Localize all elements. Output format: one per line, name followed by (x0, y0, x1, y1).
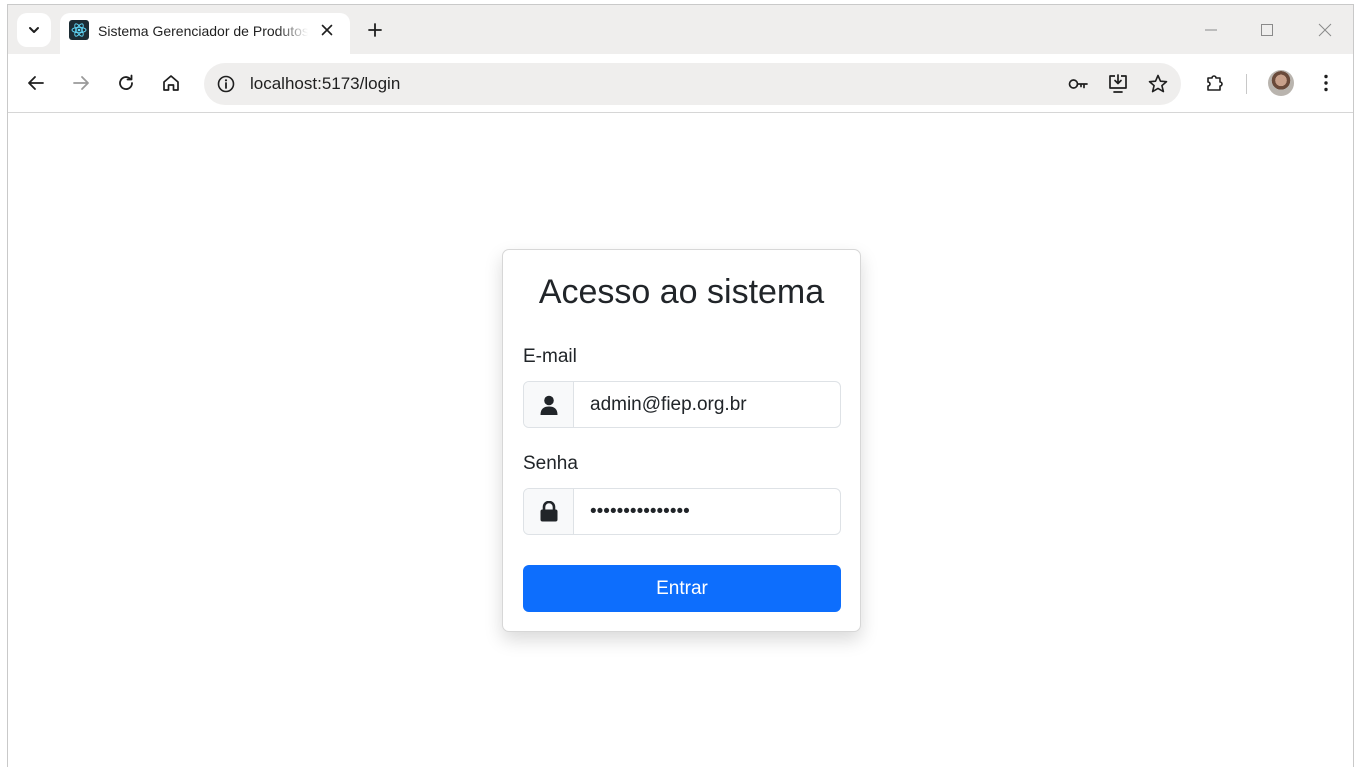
install-icon (1109, 74, 1127, 93)
maximize-button[interactable] (1255, 18, 1279, 42)
email-field[interactable] (575, 382, 840, 427)
email-addon (524, 382, 574, 427)
back-button[interactable] (24, 71, 48, 95)
bookmark-button[interactable] (1146, 72, 1170, 96)
home-icon (163, 75, 179, 91)
tab-search-button[interactable] (17, 13, 51, 47)
toolbar-divider (1246, 74, 1247, 94)
active-tab[interactable]: Sistema Gerenciador de Produtos (60, 13, 350, 54)
reload-button[interactable] (114, 71, 138, 95)
close-window-button[interactable] (1313, 18, 1337, 42)
install-app-button[interactable] (1106, 72, 1130, 96)
extensions-button[interactable] (1203, 71, 1227, 95)
minimize-button[interactable] (1199, 18, 1223, 42)
browser-menu-button[interactable] (1314, 71, 1338, 95)
maximize-icon (1261, 24, 1273, 36)
user-icon (540, 395, 557, 415)
url-text[interactable]: localhost:5173/login (250, 74, 400, 94)
close-icon (321, 24, 333, 36)
email-label: E-mail (523, 346, 577, 367)
profile-avatar[interactable] (1268, 70, 1294, 96)
home-button[interactable] (159, 71, 183, 95)
site-info-button[interactable] (214, 72, 238, 96)
password-manager-button[interactable] (1066, 72, 1090, 96)
arrow-right-icon (73, 76, 89, 90)
tab-close-button[interactable] (317, 20, 337, 40)
arrow-left-icon (28, 76, 44, 90)
tab-title: Sistema Gerenciador de Produtos (98, 23, 308, 39)
lock-icon (540, 501, 557, 522)
email-input-group (523, 381, 841, 428)
new-tab-button[interactable] (363, 18, 387, 42)
kebab-menu-icon (1324, 74, 1328, 92)
forward-button[interactable] (69, 71, 93, 95)
password-label: Senha (523, 453, 578, 474)
address-bar[interactable]: localhost:5173/login (204, 63, 1181, 105)
tab-strip: Sistema Gerenciador de Produtos (8, 5, 1353, 54)
plus-icon (368, 23, 382, 37)
minimize-icon (1205, 29, 1217, 31)
browser-toolbar: localhost:5173/login (8, 54, 1353, 113)
key-icon (1068, 79, 1088, 89)
close-icon (1318, 23, 1332, 37)
password-addon (524, 489, 574, 534)
puzzle-icon (1207, 75, 1223, 91)
page-title: Acesso ao sistema (538, 273, 825, 311)
reload-icon (119, 74, 133, 90)
star-icon (1148, 74, 1168, 93)
password-field[interactable] (575, 489, 840, 534)
login-card: Acesso ao sistema E-mail Senha Entrar (502, 249, 861, 632)
login-button[interactable]: Entrar (523, 565, 841, 612)
react-icon (69, 20, 89, 40)
info-icon (217, 75, 235, 93)
chevron-down-icon (29, 27, 39, 33)
browser-window: Sistema Gerenciador de Produtos localhos… (7, 4, 1354, 767)
password-input-group (523, 488, 841, 535)
